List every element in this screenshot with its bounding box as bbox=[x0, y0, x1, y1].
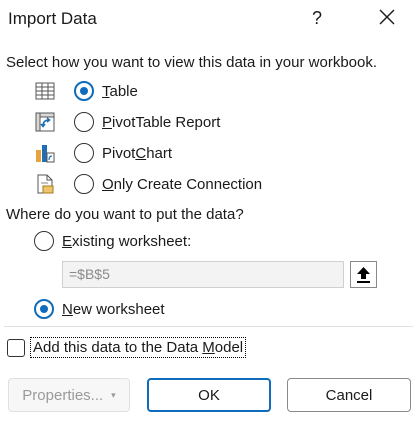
view-option-pivotchart[interactable]: PivotChart bbox=[34, 142, 172, 164]
view-option-pivottable[interactable]: PivotTable Report bbox=[34, 111, 220, 133]
pivotchart-option-label: PivotChart bbox=[102, 145, 172, 162]
table-radio[interactable] bbox=[74, 81, 94, 101]
existing-worksheet-radio[interactable] bbox=[34, 231, 54, 251]
close-button[interactable] bbox=[372, 4, 402, 32]
data-model-option[interactable]: Add this data to the Data Model bbox=[7, 337, 247, 358]
table-icon bbox=[34, 80, 56, 102]
cancel-button-label: Cancel bbox=[325, 386, 373, 404]
data-model-checkbox[interactable] bbox=[7, 338, 25, 357]
data-model-label-b: odel bbox=[214, 339, 244, 356]
properties-button[interactable]: Properties... ▾ bbox=[8, 378, 130, 412]
close-icon bbox=[379, 9, 395, 25]
existing-worksheet-option[interactable]: Existing worksheet: bbox=[34, 231, 191, 251]
dialog-title: Import Data bbox=[8, 9, 97, 28]
new-label-rest: ew worksheet bbox=[72, 300, 165, 318]
cancel-button[interactable]: Cancel bbox=[287, 378, 411, 412]
help-button[interactable]: ? bbox=[303, 4, 331, 32]
table-label-rest: able bbox=[109, 82, 138, 100]
existing-worksheet-label: Existing worksheet: bbox=[62, 232, 192, 250]
range-collapse-button[interactable] bbox=[350, 261, 377, 288]
ok-button-label: OK bbox=[198, 386, 220, 404]
pivotchart-label-c: C bbox=[135, 144, 147, 162]
divider bbox=[4, 326, 413, 327]
view-section-label: Select how you want to view this data in… bbox=[6, 54, 378, 71]
existing-label-rest: xisting worksheet: bbox=[72, 232, 192, 250]
location-section-label: Where do you want to put the data? bbox=[6, 206, 244, 223]
connection-radio[interactable] bbox=[74, 174, 94, 194]
table-option-label: Table bbox=[102, 82, 138, 100]
ok-button[interactable]: OK bbox=[147, 378, 271, 412]
pivottable-option-label: PivotTable Report bbox=[102, 113, 221, 131]
pivotchart-radio[interactable] bbox=[74, 143, 94, 163]
data-model-label-m: M bbox=[202, 339, 215, 356]
pivottable-label-rest: ivotTable Report bbox=[112, 113, 221, 131]
properties-button-label: Properties... bbox=[22, 386, 104, 404]
pivottable-radio[interactable] bbox=[74, 112, 94, 132]
connection-label-rest: nly Create Connection bbox=[113, 175, 263, 193]
pivotchart-label-a: Pivot bbox=[102, 144, 136, 162]
pivottable-icon bbox=[34, 111, 56, 133]
new-worksheet-label: New worksheet bbox=[62, 300, 165, 318]
new-worksheet-option[interactable]: New worksheet bbox=[34, 299, 165, 319]
pivotchart-icon bbox=[34, 142, 56, 164]
data-model-label-a: Add this data to the Data bbox=[33, 339, 203, 356]
view-option-connection[interactable]: Only Create Connection bbox=[34, 173, 262, 195]
new-worksheet-radio[interactable] bbox=[34, 299, 54, 319]
range-input[interactable]: =$B$5 bbox=[62, 261, 344, 288]
connection-icon bbox=[34, 173, 56, 195]
pivotchart-label-b: hart bbox=[146, 144, 173, 162]
connection-option-label: Only Create Connection bbox=[102, 175, 263, 193]
data-model-label: Add this data to the Data Model bbox=[30, 337, 247, 358]
dropdown-caret-icon: ▾ bbox=[111, 389, 116, 400]
collapse-arrow-icon bbox=[357, 267, 370, 283]
view-option-table[interactable]: Table bbox=[34, 80, 138, 102]
